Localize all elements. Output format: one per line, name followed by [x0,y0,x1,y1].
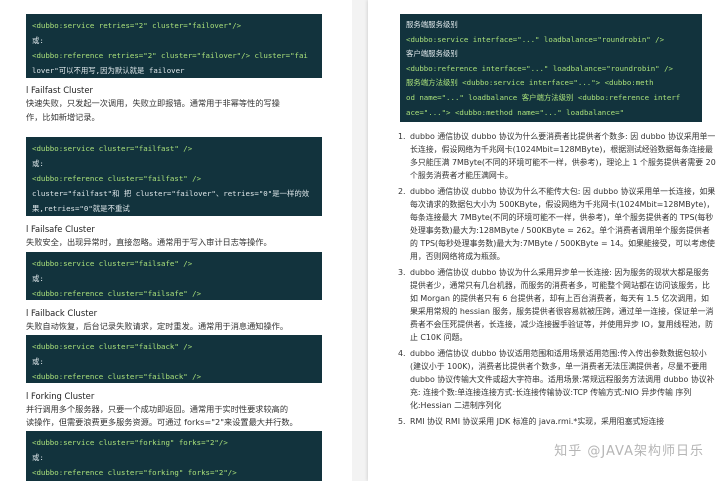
paragraph-failsafe: 失败安全，出现异常时，直接忽略。通常用于写入审计日志等操作。 [26,237,272,247]
list-item: 1. dubbo 通信协议 dubbo 协议为什么要消费者比提供者个数多: 因 d… [398,132,716,180]
code-line: <dubbo:service cluster="failback" /> [32,342,193,351]
code-comment: 服务端服务级别 [406,20,458,29]
code-line: <dubbo:service cluster="failfast" /> [32,144,193,153]
right-page: 服务端服务级别 <dubbo:service interface="..." l… [368,0,720,481]
heading-failfast: l Failfast Cluster [26,85,93,95]
code-line: <dubbo:reference cluster="forking" forks… [32,468,237,477]
page-gutter [352,0,368,481]
code-line: <dubbo:reference cluster="failsafe" /> [32,289,202,298]
code-line: <dubbo:service retries="2" cluster="fail… [32,21,242,30]
code-line: lover"可以不用写,因为默认就是 failover [32,66,185,75]
paragraph-failback: 失败自动恢复，后台记录失败请求，定时重发。通常用于消息通知操作。 [26,321,289,331]
code-block-failback: <dubbo:service cluster="failback" /> 或: … [26,335,322,383]
code-line: <dubbo:service cluster="failsafe" /> [32,259,193,268]
code-comment: 客户端服务级别 [406,49,458,59]
code-block-loadbalance: 服务端服务级别 <dubbo:service interface="..." l… [400,14,702,122]
code-line: od name="..." loadbalance 客户端方法级别 <dubbo… [406,92,681,102]
code-line: <dubbo:service cluster="forking" forks="… [32,438,228,447]
watermark: 知乎 @JAVA架构师日乐 [554,444,704,459]
code-line: 或: [32,36,44,45]
heading-forking: l Forking Cluster [26,391,95,401]
paragraph-failfast-2: 作，比如新增记录。 [26,112,100,122]
code-line: cluster="failfast"和 把 cluster="failover"… [32,189,310,198]
list-item: 4. dubbo 通信协议 dubbo 协议适用范围和适用场景适用范围:传入传出参… [398,349,715,410]
code-line: <dubbo:reference cluster="failfast" /> [32,174,202,183]
code-line: <dubbo:reference interface="..." loadbal… [406,63,673,73]
code-line: 或: [32,274,44,283]
code-block-failfast: <dubbo:service cluster="failfast" /> 或: … [26,137,322,216]
code-line: <dubbo:reference cluster="failback" /> [32,372,202,381]
code-line: 或: [32,159,44,168]
code-line: 服务端方法级别 <dubbo:service interface="..."> … [406,78,654,88]
code-block-forking: <dubbo:service cluster="forking" forks="… [26,431,322,481]
code-line: 或: [32,453,44,462]
list-item: 2. dubbo 通信协议 dubbo 协议为什么不能传大包: 因 dubbo 协… [398,187,716,261]
code-line: <dubbo:reference retries="2" cluster="fa… [32,51,308,60]
paragraph-forking-1: 并行调用多个服务器，只要一个成功即返回。通常用于实时性要求较高的 [26,404,289,414]
paragraph-failfast-1: 快速失败，只发起一次调用，失败立即报错。通常用于非幂等性的写操 [26,98,280,108]
code-line: <dubbo:service interface="..." loadbalan… [406,34,665,44]
heading-failback: l Failback Cluster [26,308,98,318]
protocol-list: 1. dubbo 通信协议 dubbo 协议为什么要消费者比提供者个数多: 因 d… [398,130,716,431]
heading-failsafe: l Failsafe Cluster [26,224,95,234]
list-item: 5. RMI 协议 RMI 协议采用 JDK 标准的 java.rmi.*实现，采… [398,417,665,426]
code-line: 或: [32,357,44,366]
left-page: <dubbo:service retries="2" cluster="fail… [0,0,352,481]
paragraph-forking-2: 读操作，但需要浪费更多服务资源。可通过 forks="2"来设置最大并行数。 [26,417,298,427]
code-line: ace="..."> <dubbo:method name="..." load… [406,107,625,117]
code-block-failsafe: <dubbo:service cluster="failsafe" /> 或: … [26,252,322,300]
code-block-failover: <dubbo:service retries="2" cluster="fail… [26,14,322,78]
list-item: 3. dubbo 通信协议 dubbo 协议为什么采用异步单一长连接: 因为服务的… [398,268,714,342]
code-line: 果,retries="0"就是不重试 [32,204,130,213]
